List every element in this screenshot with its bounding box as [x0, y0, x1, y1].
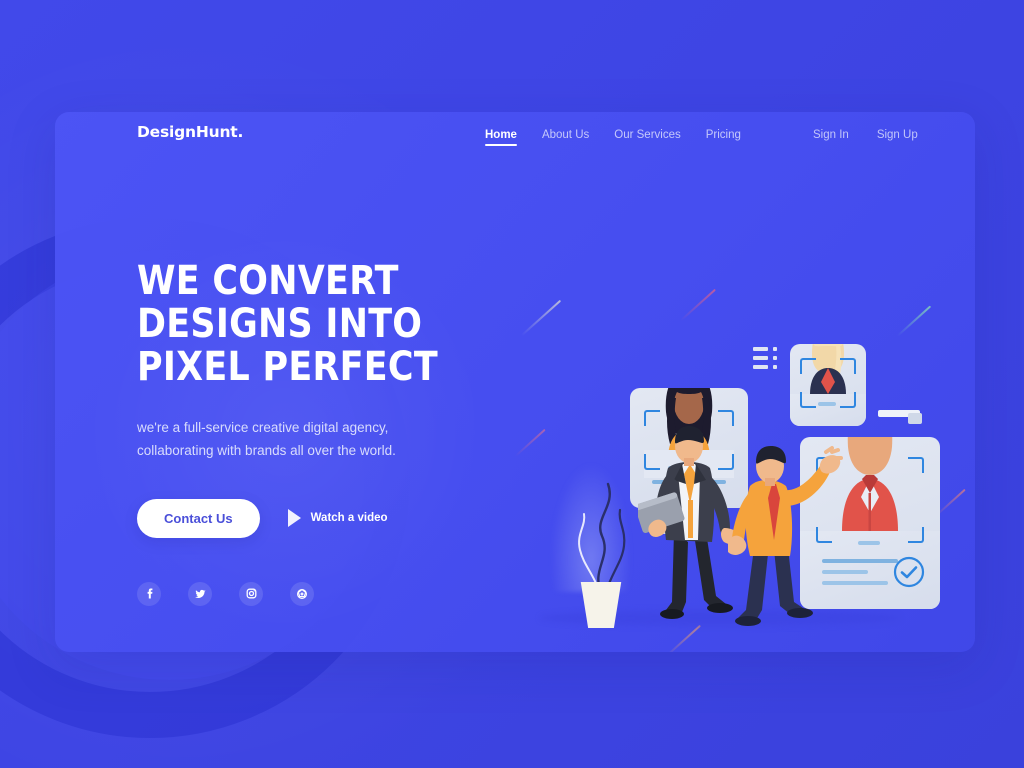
streak-2: [680, 288, 716, 321]
hero-subtitle: we're a full-service creative digital ag…: [137, 416, 497, 463]
hero-illustration: [510, 192, 975, 652]
headline-line-2: DESIGNS INTO: [137, 301, 423, 348]
watch-a-video-label: Watch a video: [310, 512, 388, 525]
headline-line-1: WE CONVERT: [137, 258, 399, 304]
hero-copy: WE CONVERT DESIGNS INTO PIXEL PERFECT we…: [137, 258, 497, 606]
streak-6: [665, 624, 701, 652]
nav-item-home[interactable]: Home: [485, 129, 517, 146]
nav-item-pricing[interactable]: Pricing: [706, 129, 741, 145]
main-navigation: Home About Us Our Services Pricing: [485, 129, 766, 146]
streak-4: [897, 305, 931, 337]
hero-headline: WE CONVERT DESIGNS INTO PIXEL PERFECT: [137, 258, 486, 391]
site-header: DesignHunt. Home About Us Our Services P…: [55, 112, 975, 174]
profile-card-woman-blonde[interactable]: [790, 344, 866, 426]
streak-1: [521, 299, 561, 336]
subtitle-line-2: collaborating with brands all over the w…: [137, 443, 396, 459]
play-triangle-icon: [287, 509, 301, 528]
check-circle-icon: [893, 556, 925, 588]
nav-item-our-services[interactable]: Our Services: [614, 129, 680, 145]
businessman-orange-sweater: [728, 446, 843, 626]
sign-in-link[interactable]: Sign In: [813, 129, 849, 141]
subtitle-line-1: we're a full-service creative digital ag…: [137, 419, 389, 435]
instagram-icon[interactable]: [239, 581, 263, 606]
social-links: [137, 581, 497, 606]
hero-panel: DesignHunt. Home About Us Our Services P…: [55, 112, 975, 652]
sign-up-link[interactable]: Sign Up: [877, 129, 918, 141]
contact-us-button[interactable]: Contact Us: [137, 498, 260, 538]
site-logo[interactable]: DesignHunt.: [137, 123, 243, 141]
nav-item-about-us[interactable]: About Us: [542, 129, 589, 145]
list-view-icon: [753, 347, 779, 371]
facebook-icon[interactable]: [137, 581, 161, 606]
cursor-pointer-icon: [908, 413, 922, 424]
watch-a-video-link[interactable]: Watch a video: [287, 509, 388, 528]
cta-row: Contact Us Watch a video: [137, 498, 497, 538]
streak-3: [514, 428, 546, 457]
auth-navigation: Sign In Sign Up: [785, 129, 918, 141]
dribbble-icon[interactable]: [290, 581, 314, 606]
headline-line-3: PIXEL PERFECT: [137, 344, 438, 391]
twitter-icon[interactable]: [188, 581, 212, 606]
